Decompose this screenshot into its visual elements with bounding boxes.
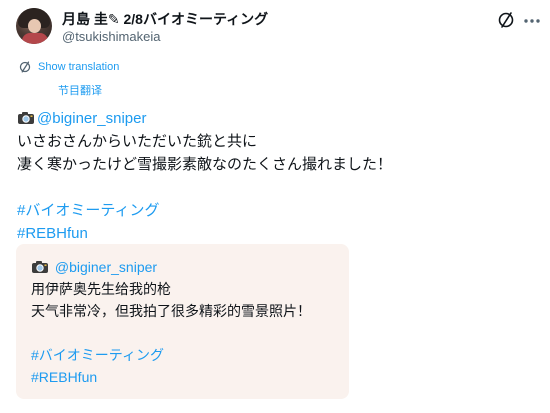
translated-text: @biginer_sniper 用伊萨奥先生给我的枪 天气非常冷，但我拍了很多精… — [31, 256, 311, 388]
translated-line-1: 用伊萨奥先生给我的枪 — [31, 281, 171, 297]
tweet-mention-link[interactable]: @biginer_sniper — [37, 110, 146, 127]
translated-hashtag-line-2: #REBHfun — [31, 366, 311, 388]
translated-mention-line: @biginer_sniper — [31, 256, 311, 278]
tweet-hashtag-line-2: #REBHfun — [17, 222, 392, 245]
hashtag-rebhfun[interactable]: #REBHfun — [17, 225, 88, 242]
more-icon[interactable] — [522, 11, 542, 31]
translated-line-2: 天气非常冷，但我拍了很多精彩的雪景照片！ — [31, 303, 311, 319]
avatar-face — [28, 19, 41, 33]
translation-sub-label[interactable]: 节目翻译 — [58, 82, 102, 98]
tweet-text: @biginer_sniper いさおさんからいただいた銃と共に 凄く寒かったけ… — [17, 107, 392, 245]
translated-hashtag-rebhfun[interactable]: #REBHfun — [31, 369, 97, 385]
translated-hashtag-bio-meeting[interactable]: #バイオミーティング — [31, 347, 164, 363]
tweet-hashtag-line-1: #バイオミーティング — [17, 199, 392, 222]
translated-mention-link[interactable]: @biginer_sniper — [55, 259, 157, 275]
tweet-card: 月島 圭✎ 2/8バイオミーティング @tsukishimakeia Show … — [0, 0, 550, 413]
translated-tweet-box: @biginer_sniper 用伊萨奥先生给我的枪 天气非常冷，但我拍了很多精… — [16, 244, 349, 399]
camera-icon — [32, 261, 48, 273]
translated-hashtag-line-1: #バイオミーティング — [31, 344, 311, 366]
author-handle[interactable]: @tsukishimakeia — [62, 29, 160, 44]
author-display-name[interactable]: 月島 圭✎ 2/8バイオミーティング — [62, 9, 268, 29]
show-translation-button[interactable]: Show translation — [18, 60, 119, 74]
translate-icon[interactable] — [496, 10, 516, 30]
avatar-shirt — [22, 33, 48, 44]
avatar[interactable] — [16, 8, 52, 44]
hashtag-bio-meeting[interactable]: #バイオミーティング — [17, 202, 159, 219]
translate-small-icon — [19, 61, 31, 73]
tweet-line-2: 凄く寒かったけど雪撮影素敵なのたくさん撮れました！ — [17, 156, 393, 173]
tweet-mention-line: @biginer_sniper — [17, 107, 392, 130]
tweet-line-1: いさおさんからいただいた銃と共に — [17, 133, 258, 150]
translated-blank-line — [31, 322, 311, 344]
camera-icon — [18, 112, 34, 124]
show-translation-label: Show translation — [38, 61, 120, 73]
